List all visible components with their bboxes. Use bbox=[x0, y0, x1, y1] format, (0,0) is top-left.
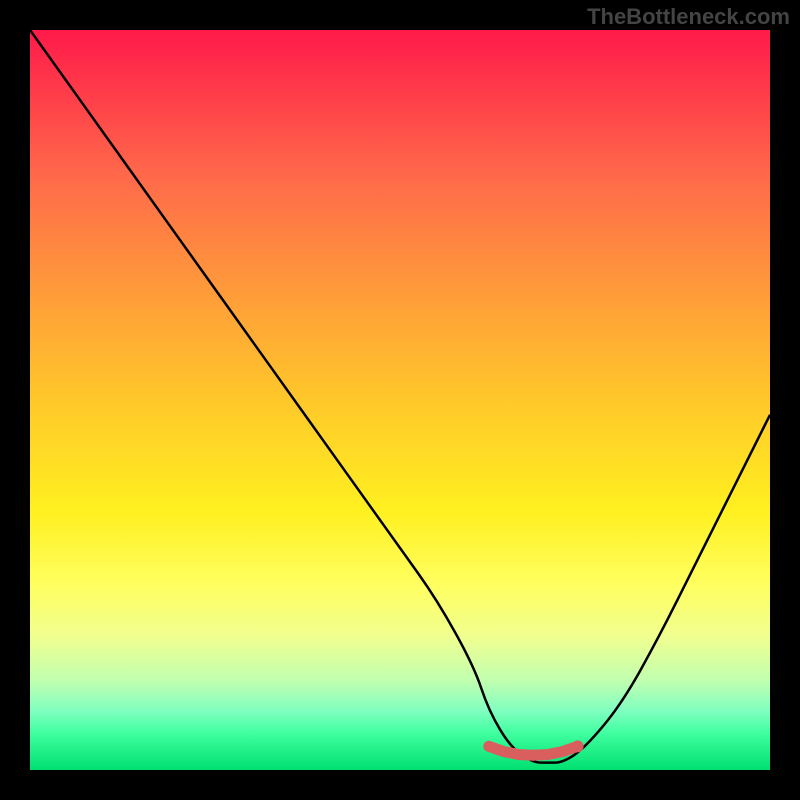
optimal-range-markers bbox=[489, 740, 584, 755]
bottleneck-curve bbox=[30, 30, 770, 763]
plot-area bbox=[30, 30, 770, 770]
chart-container: TheBottleneck.com bbox=[0, 0, 800, 800]
optimal-range-stroke bbox=[489, 746, 578, 755]
watermark-text: TheBottleneck.com bbox=[587, 4, 790, 30]
curve-overlay bbox=[30, 30, 770, 770]
optimal-range-end-dot bbox=[572, 740, 584, 752]
